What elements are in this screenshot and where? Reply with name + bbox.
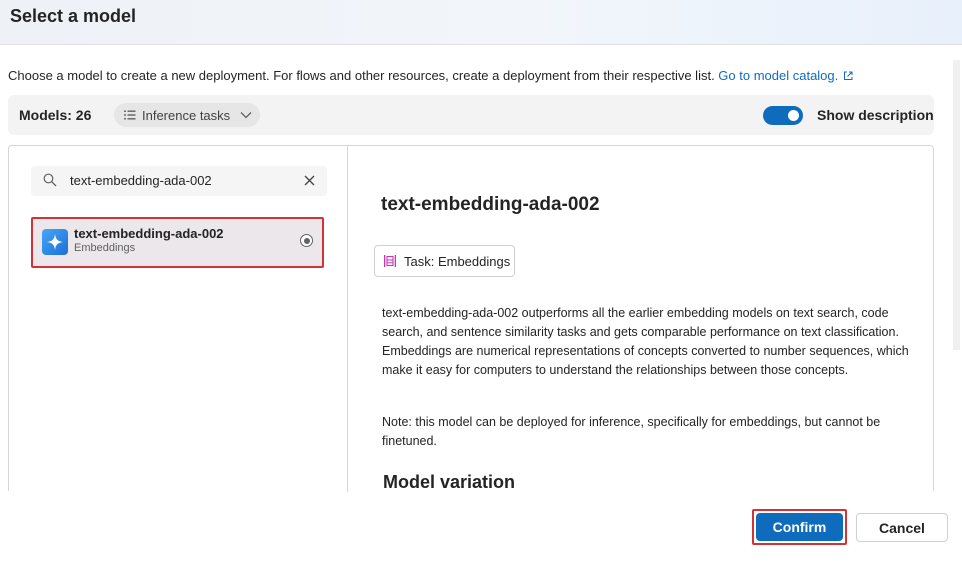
dialog-scrollbar[interactable] — [953, 60, 960, 350]
confirm-button[interactable]: Confirm — [756, 513, 843, 541]
search-value[interactable]: text-embedding-ada-002 — [70, 173, 212, 188]
model-radio-selected[interactable] — [300, 234, 313, 247]
task-icon — [384, 255, 396, 267]
filter-label: Inference tasks — [142, 107, 231, 123]
clear-icon[interactable] — [304, 175, 315, 186]
model-selection-panel: text-embedding-ada-002 text-embedding-ad… — [8, 145, 934, 492]
show-description-label: Show description — [817, 107, 934, 123]
model-detail-pane: text-embedding-ada-002 Task: Embeddings … — [349, 146, 934, 492]
external-link-icon[interactable] — [843, 71, 853, 81]
model-note: Note: this model can be deployed for inf… — [382, 415, 881, 448]
task-chip: Task: Embeddings — [374, 245, 515, 277]
model-name: text-embedding-ada-002 — [74, 226, 224, 241]
show-description-toggle[interactable] — [763, 106, 803, 125]
chevron-down-icon — [240, 112, 252, 119]
dialog-title: Select a model — [10, 6, 137, 26]
task-chip-label: Task: Embeddings — [404, 253, 511, 269]
intro-text: Choose a model to create a new deploymen… — [8, 68, 853, 83]
inference-tasks-filter[interactable]: Inference tasks — [114, 103, 260, 127]
model-description: text-embedding-ada-002 outperforms all t… — [382, 306, 909, 377]
sparkle-icon — [42, 229, 68, 255]
model-list-pane: text-embedding-ada-002 text-embedding-ad… — [9, 146, 348, 492]
model-list-item[interactable]: text-embedding-ada-002 Embeddings — [31, 217, 324, 268]
cancel-button[interactable]: Cancel — [856, 513, 948, 542]
toggle-knob — [788, 110, 799, 121]
model-category: Embeddings — [74, 242, 136, 254]
list-icon — [124, 110, 136, 120]
search-icon — [43, 173, 57, 187]
model-variation-heading: Model variation — [383, 472, 516, 492]
dialog-header: Select a model — [0, 0, 962, 45]
model-catalog-link[interactable]: Go to model catalog. — [718, 68, 838, 83]
intro-description: Choose a model to create a new deploymen… — [8, 68, 719, 83]
model-search-input[interactable]: text-embedding-ada-002 — [31, 166, 327, 196]
models-count: Models: 26 — [19, 107, 92, 123]
model-detail-title: text-embedding-ada-002 — [381, 194, 600, 215]
model-toolbar: Models: 26 Inference tasks Show descript… — [8, 95, 934, 135]
radio-dot — [303, 237, 310, 244]
